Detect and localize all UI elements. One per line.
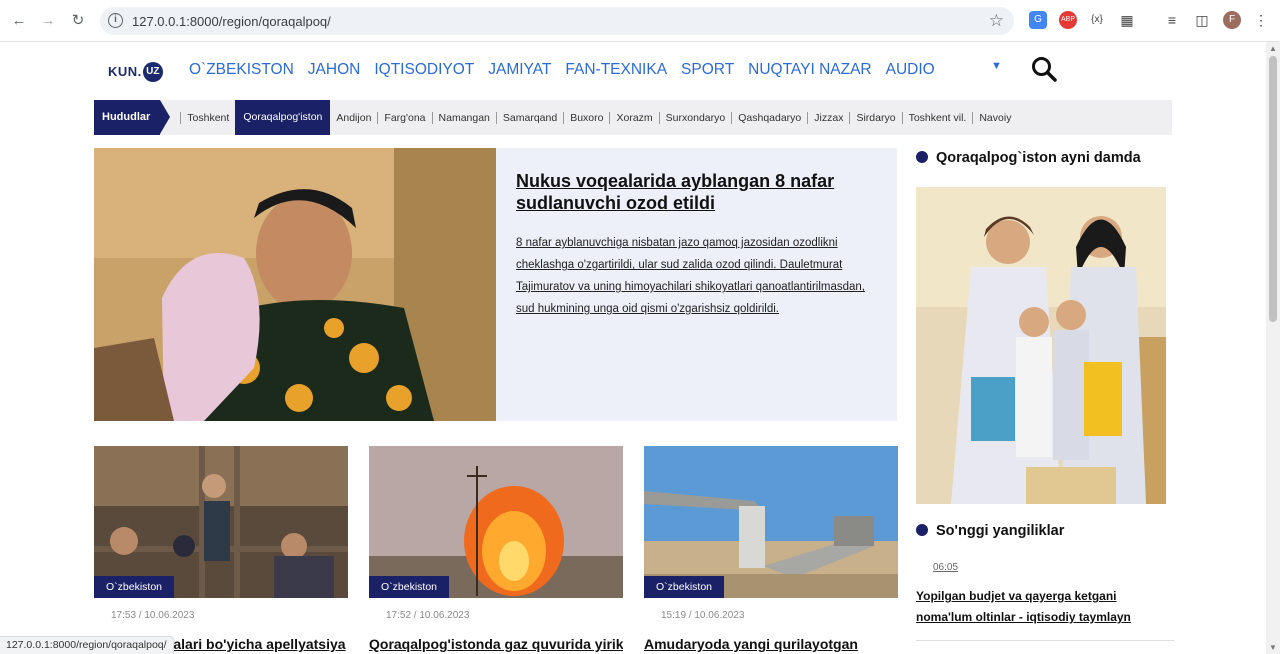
address-bar[interactable]: i 127.0.0.1:8000/region/qoraqalpoq/ ☆ (100, 7, 1014, 35)
link-status-bar: 127.0.0.1:8000/region/qoraqalpoq/ (0, 636, 174, 654)
scrollbar-thumb[interactable] (1269, 56, 1277, 322)
region-item[interactable]: Namangan (431, 111, 496, 124)
regions-bar: Hududlar Toshkent Qoraqalpog'iston Andij… (94, 100, 1172, 135)
nav-item[interactable]: AUDIO (886, 61, 935, 79)
reading-list-icon[interactable]: ≡ (1163, 11, 1181, 29)
article-thumbnail[interactable]: O`zbekiston (369, 446, 623, 598)
article-card[interactable]: O`zbekiston 15:19 / 10.06.2023 Amudaryod… (644, 446, 898, 653)
sidebar-photo[interactable] (916, 187, 1166, 504)
translate-icon[interactable]: G (1029, 11, 1047, 29)
logo-badge: UZ (142, 62, 163, 82)
nav-item[interactable]: JAHON (308, 61, 361, 79)
puzzle-icon[interactable]: ▦ (1118, 11, 1136, 29)
scroll-up-arrow-icon[interactable]: ▲ (1269, 44, 1277, 53)
article-time: 17:52 / 10.06.2023 (386, 610, 470, 621)
sidebar-section-heading: So'nggi yangiliklar (916, 523, 1064, 539)
scroll-down-arrow-icon[interactable]: ▼ (1269, 643, 1277, 652)
more-menu-caret-icon[interactable]: ▼ (991, 60, 1002, 72)
hero-title[interactable]: Nukus voqealarida ayblangan 8 nafar sudl… (516, 170, 876, 214)
region-item[interactable]: Navoiy (972, 111, 1017, 124)
article-card[interactable]: O`zbekiston 17:52 / 10.06.2023 Qoraqalpo… (369, 446, 623, 653)
address-url[interactable]: 127.0.0.1:8000/region/qoraqalpoq/ (132, 14, 331, 29)
sidebar-heading-text: Qoraqalpog`iston ayni damda (936, 150, 1141, 166)
main-nav: O`ZBEKISTON JAHON IQTISODIYOT JAMIYAT FA… (189, 61, 935, 79)
reload-icon[interactable]: ↻ (67, 10, 89, 32)
article-time: 15:19 / 10.06.2023 (661, 610, 745, 621)
adblock-icon[interactable]: ABP (1059, 11, 1077, 29)
sidebar-section-heading: Qoraqalpog`iston ayni damda (916, 150, 1141, 166)
regions-label: Hududlar (94, 100, 171, 135)
category-tag[interactable]: O`zbekiston (94, 576, 175, 598)
region-item[interactable]: Samarqand (495, 111, 563, 124)
bullet-dot-icon (916, 151, 928, 163)
nav-item[interactable]: FAN-TEXNIKA (565, 61, 667, 79)
region-item-active[interactable]: Qoraqalpog'iston (235, 100, 331, 135)
side-panel-icon[interactable]: ◫ (1193, 11, 1211, 29)
forward-arrow-icon[interactable]: → (37, 10, 59, 32)
region-item[interactable]: Farg'ona (377, 111, 431, 124)
browser-toolbar: ← → ↻ i 127.0.0.1:8000/region/qoraqalpoq… (0, 0, 1280, 42)
article-thumbnail[interactable]: O`zbekiston (644, 446, 898, 598)
article-time: 17:53 / 10.06.2023 (111, 610, 195, 621)
page-scrollbar[interactable]: ▲ ▼ (1266, 42, 1280, 654)
region-item[interactable]: Xorazm (609, 111, 658, 124)
nav-item[interactable]: JAMIYAT (488, 61, 551, 79)
article-thumbnail[interactable]: O`zbekiston (94, 446, 348, 598)
article-card[interactable]: O`zbekiston 17:53 / 10.06.2023 Nukus voq… (94, 446, 348, 653)
menu-dots-icon[interactable]: ⋮ (1252, 11, 1270, 29)
back-arrow-icon[interactable]: ← (8, 10, 30, 32)
region-item[interactable]: Qashqadaryo (731, 111, 807, 124)
divider (916, 640, 1174, 641)
logo-text: KUN. (108, 64, 142, 80)
region-item[interactable]: Sirdaryo (849, 111, 901, 124)
article-title[interactable]: Qoraqalpog'istonda gaz quvurida yirik (369, 635, 623, 653)
nav-item[interactable]: IQTISODIYOT (374, 61, 474, 79)
code-icon[interactable]: {x} (1088, 11, 1106, 29)
region-item[interactable]: Andijon (330, 112, 377, 124)
region-item[interactable]: Jizzax (807, 111, 849, 124)
nav-item[interactable]: O`ZBEKISTON (189, 61, 294, 79)
region-item[interactable]: Toshkent (180, 111, 235, 124)
region-item[interactable]: Surxondaryo (658, 111, 732, 124)
category-tag[interactable]: O`zbekiston (369, 576, 450, 598)
sidebar-heading-text: So'nggi yangiliklar (936, 523, 1065, 539)
latest-news-time[interactable]: 06:05 (933, 562, 958, 573)
region-item[interactable]: Buxoro (563, 111, 609, 124)
bullet-dot-icon (916, 524, 928, 536)
category-tag[interactable]: O`zbekiston (644, 576, 725, 598)
hero-photo[interactable] (94, 148, 496, 421)
site-logo[interactable]: KUN. UZ (108, 62, 163, 82)
nav-item[interactable]: NUQTAYI NAZAR (748, 61, 871, 79)
search-icon[interactable] (1031, 56, 1057, 82)
article-title[interactable]: Amudaryoda yangi qurilayotgan (644, 635, 898, 653)
site-info-icon[interactable]: i (108, 13, 123, 28)
latest-news-title[interactable]: Yopilgan budjet va qayerga ketgani noma'… (916, 586, 1172, 628)
bookmark-star-icon[interactable]: ☆ (989, 11, 1004, 31)
hero-description[interactable]: 8 nafar ayblanuvchiga nisbatan jazo qamo… (516, 232, 878, 320)
hero-article[interactable]: Nukus voqealarida ayblangan 8 nafar sudl… (94, 148, 897, 421)
nav-item[interactable]: SPORT (681, 61, 734, 79)
profile-avatar[interactable]: F (1223, 11, 1241, 29)
region-item[interactable]: Toshkent vil. (901, 111, 973, 124)
